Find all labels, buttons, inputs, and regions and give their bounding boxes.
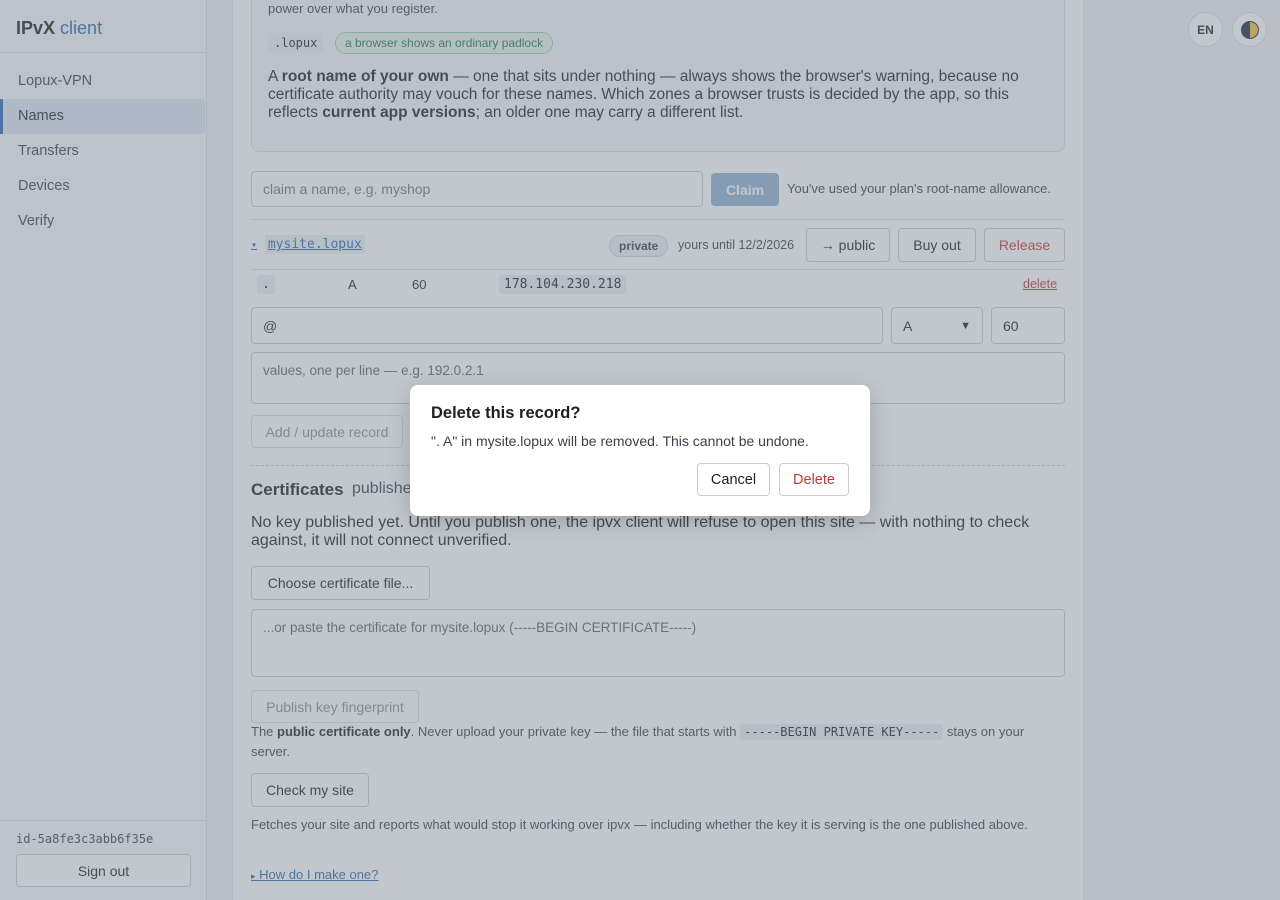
dialog-message: ". A" in mysite.lopux will be removed. T… <box>431 433 809 449</box>
cancel-button[interactable]: Cancel <box>697 463 770 496</box>
dialog-title: Delete this record? <box>431 404 581 422</box>
confirm-delete-button[interactable]: Delete <box>779 463 849 496</box>
delete-record-dialog: Delete this record? ". A" in mysite.lopu… <box>410 385 870 516</box>
